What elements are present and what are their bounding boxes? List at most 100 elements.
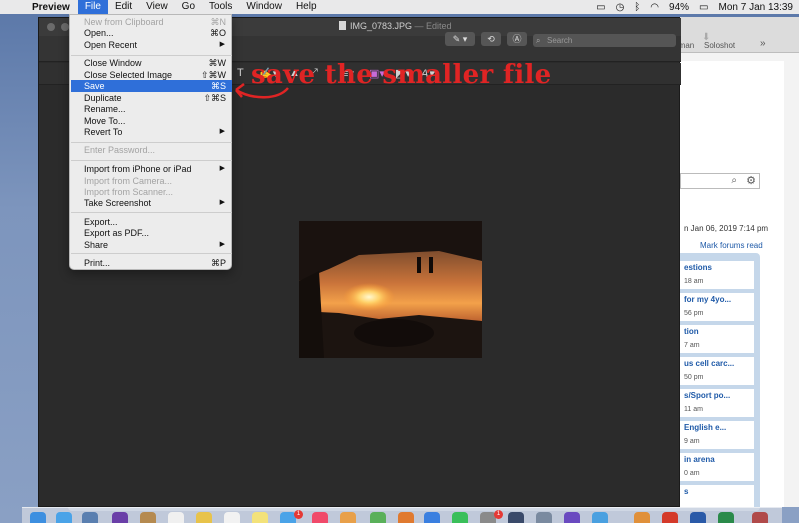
menu-view[interactable]: View: [139, 0, 175, 14]
imovie-icon[interactable]: [564, 512, 580, 523]
menu-item-label: Enter Password...: [84, 145, 156, 155]
forum-last-post-title[interactable]: estions: [684, 263, 712, 272]
search-placeholder: Search: [547, 36, 573, 45]
window-title: IMG_0783.JPG — Edited: [339, 21, 452, 31]
forum-last-post-time: 9 am: [684, 438, 700, 445]
menu-separator: [71, 160, 232, 161]
menu-go[interactable]: Go: [175, 0, 202, 14]
menu-item-label: Import from iPhone or iPad: [84, 164, 192, 174]
reminders-icon[interactable]: [224, 512, 240, 523]
submenu-arrow-icon: ▶: [219, 241, 225, 248]
menu-item-label: Export as PDF...: [84, 228, 150, 238]
chevron-right-icon[interactable]: »: [760, 38, 766, 49]
markup-toolbar-button[interactable]: Ⓐ: [507, 32, 527, 46]
menu-item-export-as-pdf[interactable]: Export as PDF...: [71, 227, 232, 239]
menu-item-label: Export...: [84, 217, 118, 227]
photos-icon[interactable]: [196, 512, 212, 523]
file-menu-dropdown: New from Clipboard ⌘N Open... ⌘O Open Re…: [69, 14, 232, 270]
siri-icon[interactable]: [112, 512, 128, 523]
battery-icon[interactable]: ▭: [699, 2, 708, 13]
menu-item-enter-password[interactable]: Enter Password...: [71, 144, 232, 156]
menu-item-revert-to[interactable]: Revert To ▶: [71, 126, 232, 138]
rotate-button[interactable]: ⟲: [481, 32, 501, 46]
forum-last-post-title[interactable]: in arena: [684, 455, 715, 464]
markup-pen-button[interactable]: ✎ ▾: [445, 32, 475, 46]
time-machine-icon[interactable]: ◷: [616, 2, 625, 13]
search-icon[interactable]: ⌕: [731, 175, 737, 186]
forum-last-post-title[interactable]: us cell carc...: [684, 359, 734, 368]
edited-status: — Edited: [414, 21, 452, 31]
forum-search-box[interactable]: ⌕ ⚙: [680, 173, 760, 189]
forum-last-post-title[interactable]: s: [684, 487, 688, 496]
mark-forums-read-link[interactable]: Mark forums read: [700, 241, 763, 250]
submenu-arrow-icon: ▶: [219, 199, 225, 206]
document-icon: [339, 21, 346, 30]
excel-icon[interactable]: [718, 512, 734, 523]
books-icon[interactable]: [340, 512, 356, 523]
menu-item-open-recent[interactable]: Open Recent ▶: [71, 39, 232, 51]
word-icon[interactable]: [690, 512, 706, 523]
menu-item-label: Open Recent: [84, 40, 138, 50]
menu-window[interactable]: Window: [239, 0, 289, 14]
menu-separator: [71, 212, 232, 213]
wifi-icon[interactable]: ◠: [650, 2, 659, 13]
trash-icon[interactable]: [752, 512, 768, 523]
notes-icon[interactable]: [252, 512, 268, 523]
activity-monitor-icon[interactable]: [508, 512, 524, 523]
acrobat-icon[interactable]: [662, 512, 678, 523]
forum-last-post-time: 11 am: [684, 406, 703, 413]
annotation-arrow-icon: [235, 83, 289, 99]
safari-icon[interactable]: [56, 512, 72, 523]
menu-edit[interactable]: Edit: [108, 0, 139, 14]
forum-last-post-title[interactable]: s/Sport po...: [684, 391, 730, 400]
menu-item-label: Close Selected Image: [84, 70, 173, 80]
bluetooth-icon[interactable]: ᛒ: [634, 2, 640, 13]
menu-bar-extras: ▭ ◷ ᛒ ◠ 94% ▭ Mon 7 Jan 13:39: [596, 2, 799, 13]
menu-help[interactable]: Help: [289, 0, 324, 14]
music-icon[interactable]: [312, 512, 328, 523]
menu-item-open[interactable]: Open... ⌘O: [71, 27, 232, 39]
menu-separator: [71, 253, 232, 254]
menu-item-print[interactable]: Print... ⌘P: [71, 257, 232, 269]
forum-last-post-title[interactable]: English e...: [684, 423, 726, 432]
close-window-button[interactable]: [47, 23, 55, 31]
pages-icon[interactable]: [634, 512, 650, 523]
app-store-icon[interactable]: [424, 512, 440, 523]
menu-item-label: Share: [84, 240, 109, 250]
menu-item-share[interactable]: Share ▶: [71, 239, 232, 251]
facetime-icon[interactable]: [452, 512, 468, 523]
last-visit-date: n Jan 06, 2019 7:14 pm: [684, 224, 769, 233]
download-icon[interactable]: ⬇: [702, 32, 710, 43]
menu-item-save[interactable]: Save ⌘S: [71, 80, 232, 92]
minimize-window-button[interactable]: [61, 23, 69, 31]
menu-tools[interactable]: Tools: [202, 0, 239, 14]
menu-item-shortcut: ⌘S: [210, 81, 226, 91]
numbers-icon[interactable]: [370, 512, 386, 523]
forum-last-post-title[interactable]: for my 4yo...: [684, 295, 731, 304]
calendar-icon[interactable]: [168, 512, 184, 523]
menu-item-take-screenshot[interactable]: Take Screenshot ▶: [71, 197, 232, 209]
menu-item-label: Import from Camera...: [84, 176, 173, 186]
menu-item-import-from-iphone[interactable]: Import from iPhone or iPad ▶: [71, 163, 232, 175]
contacts-icon[interactable]: [140, 512, 156, 523]
airplay-icon[interactable]: ▭: [596, 2, 605, 13]
preview-search-field[interactable]: ⌕ Search: [533, 34, 676, 47]
preview-app-icon[interactable]: [82, 512, 98, 523]
screenshot-icon[interactable]: [536, 512, 552, 523]
mail-icon[interactable]: [592, 512, 608, 523]
forum-last-post-title[interactable]: tion: [684, 327, 699, 336]
forum-last-post-time: 18 am: [684, 278, 704, 285]
menu-separator: [71, 55, 232, 56]
menu-item-close-window[interactable]: Close Window ⌘W: [71, 57, 232, 69]
menu-item-label: New from Clipboard: [84, 17, 164, 27]
menu-item-label: Take Screenshot: [84, 198, 152, 208]
menu-item-rename[interactable]: Rename...: [71, 103, 232, 115]
app-name-menu[interactable]: Preview: [30, 2, 78, 13]
gear-icon[interactable]: ⚙: [746, 174, 756, 187]
finder-icon[interactable]: [30, 512, 46, 523]
keynote-icon[interactable]: [398, 512, 414, 523]
notification-badge: 1: [494, 510, 503, 519]
battery-percentage[interactable]: 94%: [669, 2, 689, 13]
clock[interactable]: Mon 7 Jan 13:39: [719, 2, 794, 13]
menu-file[interactable]: File: [77, 0, 108, 14]
